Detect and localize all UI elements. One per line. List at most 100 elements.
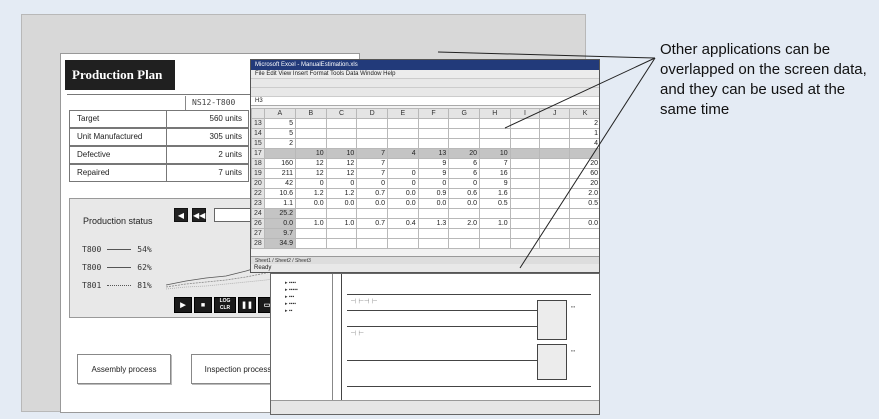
cell[interactable]: 7 [479, 158, 511, 169]
column-header[interactable]: H [479, 108, 511, 119]
cell[interactable]: 0.0 [294, 198, 327, 209]
tree-item[interactable]: ▸ ▪▪ [285, 308, 292, 314]
cell[interactable]: 10 [325, 148, 358, 159]
cell[interactable] [539, 188, 571, 199]
cell[interactable]: 12 [294, 168, 327, 179]
cell[interactable] [294, 138, 327, 149]
column-header[interactable]: I [509, 108, 541, 119]
cell[interactable]: 0 [356, 178, 388, 189]
column-header[interactable]: C [325, 108, 358, 119]
cell[interactable] [294, 228, 327, 239]
cell[interactable] [356, 118, 388, 129]
log-clear-button[interactable]: LOG CLR [214, 297, 236, 313]
cell[interactable] [479, 128, 511, 139]
cell[interactable] [539, 128, 571, 139]
cell[interactable] [539, 198, 571, 209]
cell[interactable]: 1.6 [479, 188, 511, 199]
cell[interactable]: 0 [448, 178, 480, 189]
cell[interactable]: 211 [263, 168, 296, 179]
spreadsheet-table[interactable]: A B C D E F G H I J K 13 5 2 14 5 1 15 2 4 17 10 10 7 4 13 20 10 18 1… [251, 108, 599, 249]
cell[interactable] [356, 228, 388, 239]
function-block[interactable] [537, 344, 567, 380]
cell[interactable] [448, 238, 480, 249]
row-header[interactable]: 14 [251, 128, 265, 139]
cell[interactable]: 1.2 [294, 188, 327, 199]
cell[interactable] [325, 238, 358, 249]
cell[interactable] [539, 178, 571, 189]
row-header[interactable]: 28 [251, 238, 265, 249]
cell[interactable] [539, 238, 571, 249]
cell[interactable]: 9 [479, 178, 511, 189]
cell[interactable] [356, 138, 388, 149]
cell[interactable]: 0.0 [386, 198, 419, 209]
cell[interactable]: 16 [479, 168, 511, 179]
cell[interactable]: 0.0 [569, 218, 599, 229]
cell[interactable]: 1.0 [294, 218, 327, 229]
cell[interactable] [294, 118, 327, 129]
cell[interactable] [479, 138, 511, 149]
cell[interactable] [417, 238, 450, 249]
play-button[interactable]: ▶ [174, 297, 192, 313]
cell[interactable]: 25.2 [263, 208, 296, 219]
cell[interactable]: 10 [294, 148, 327, 159]
name-box[interactable]: H3 [255, 98, 263, 104]
corner-cell[interactable] [251, 108, 265, 119]
cell[interactable]: 1.3 [417, 218, 450, 229]
cell[interactable] [509, 178, 541, 189]
excel-toolbar-standard[interactable] [251, 79, 599, 88]
cell[interactable] [509, 138, 541, 149]
tree-item[interactable]: ▸ ▪▪▪ [285, 294, 294, 300]
cell[interactable] [386, 208, 419, 219]
row-header[interactable]: 18 [251, 158, 265, 169]
cell[interactable] [509, 128, 541, 139]
cell[interactable] [539, 148, 571, 159]
row-header[interactable]: 13 [251, 118, 265, 129]
cell[interactable]: 0.9 [417, 188, 450, 199]
column-header[interactable]: G [448, 108, 480, 119]
cell[interactable] [294, 208, 327, 219]
cell[interactable] [539, 218, 571, 229]
cell[interactable]: 0.0 [417, 198, 450, 209]
tree-item[interactable]: ▸ ▪▪▪▪▪ [285, 287, 298, 293]
cell[interactable] [448, 128, 480, 139]
row-header[interactable]: 27 [251, 228, 265, 239]
prev-button[interactable]: ◀ [174, 208, 188, 222]
cell[interactable] [509, 218, 541, 229]
assembly-process-button[interactable]: Assembly process [77, 354, 171, 384]
cell[interactable]: 12 [325, 158, 358, 169]
column-header[interactable]: K [569, 108, 599, 119]
cell[interactable] [263, 148, 296, 159]
spreadsheet-grid[interactable]: A B C D E F G H I J K 13 5 2 14 5 1 15 2 4 17 10 10 7 4 13 20 10 18 1… [251, 108, 599, 249]
column-header[interactable]: J [539, 108, 571, 119]
column-header[interactable]: D [356, 108, 388, 119]
cell[interactable]: 7 [356, 168, 388, 179]
cell[interactable] [479, 118, 511, 129]
cell[interactable]: 12 [325, 168, 358, 179]
excel-menubar[interactable]: File Edit View Insert Format Tools Data … [251, 70, 599, 79]
cell[interactable]: 0.5 [569, 198, 599, 209]
cell[interactable] [386, 158, 419, 169]
cell[interactable] [294, 128, 327, 139]
cell[interactable] [294, 238, 327, 249]
cell[interactable]: 10.6 [263, 188, 296, 199]
cell[interactable] [509, 208, 541, 219]
column-header[interactable]: F [417, 108, 450, 119]
cell[interactable] [509, 188, 541, 199]
cell[interactable]: 0.5 [479, 198, 511, 209]
sheet-tabs[interactable]: Sheet1 / Sheet2 / Sheet3 [251, 256, 599, 264]
cell[interactable] [539, 118, 571, 129]
cell[interactable] [539, 228, 571, 239]
tree-item[interactable]: ▸ ▪▪▪▪ [285, 301, 296, 307]
cell[interactable] [386, 138, 419, 149]
cell[interactable]: 0 [294, 178, 327, 189]
cell[interactable] [569, 148, 599, 159]
cell[interactable]: 2.0 [448, 218, 480, 229]
cell[interactable]: 0.6 [448, 188, 480, 199]
cell[interactable]: 7 [356, 148, 388, 159]
cell[interactable]: 9.7 [263, 228, 296, 239]
column-header[interactable]: B [294, 108, 327, 119]
cell[interactable] [386, 128, 419, 139]
cell[interactable] [356, 208, 388, 219]
cell[interactable]: 0.0 [386, 188, 419, 199]
cell[interactable] [479, 208, 511, 219]
